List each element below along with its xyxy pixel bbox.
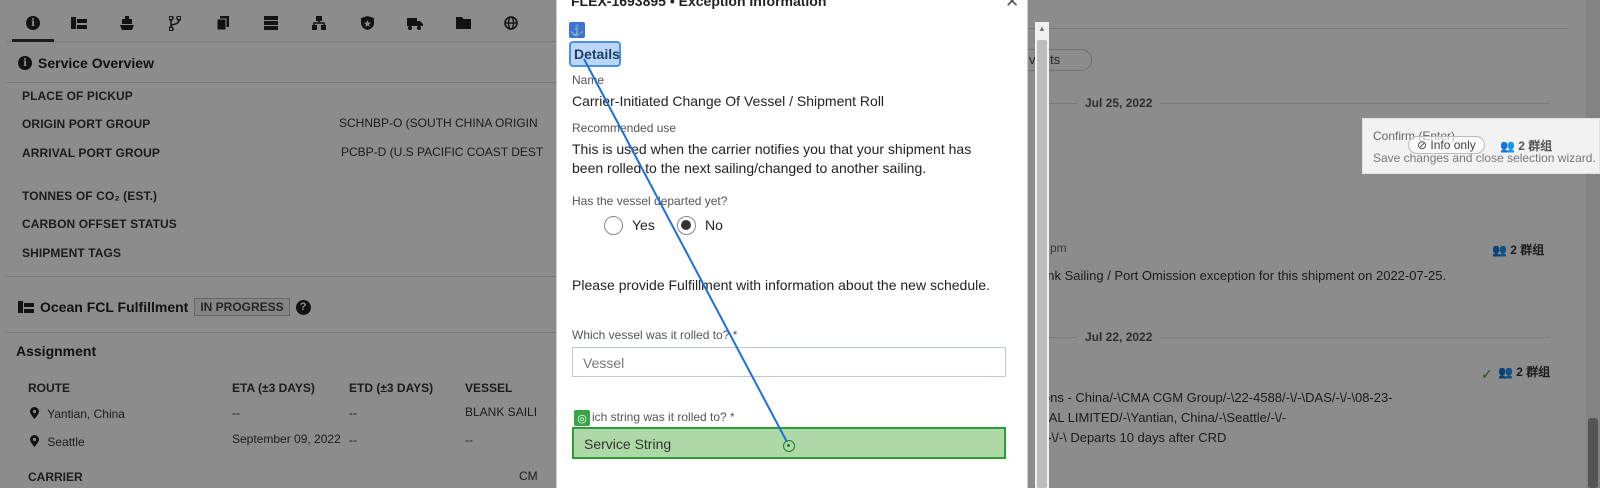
modal-scrollbar[interactable]: ▲ (1035, 22, 1049, 488)
crosshair-icon (783, 440, 795, 452)
users-icon: 👥 (1500, 139, 1515, 153)
modal-scrollbar-thumb[interactable] (1037, 40, 1047, 488)
modal-title: FLEX-1693895 • Exception Information (571, 0, 827, 9)
exception-information-modal: FLEX-1693895 • Exception Information ✕ ▲… (556, 0, 1049, 488)
info-only-badge: ⊘ Info only (1408, 136, 1485, 154)
name-value: Carrier-Initiated Change Of Vessel / Shi… (572, 93, 885, 109)
scroll-up-arrow-icon[interactable]: ▲ (1038, 24, 1046, 33)
ban-icon: ⊘ (1417, 138, 1428, 152)
recommended-use-line-2: been rolled to the next sailing/changed … (572, 160, 927, 176)
anchor-icon: ⚓ (569, 22, 585, 38)
close-icon[interactable]: ✕ (1005, 0, 1019, 12)
group-count: 👥 2 群组 (1500, 139, 1553, 153)
recommended-use-line-1: This is used when the carrier notifies y… (572, 141, 972, 157)
name-label: Name (572, 73, 605, 87)
tooltip-subtitle: Save changes and close selection wizard. (1373, 151, 1596, 165)
provide-info-text: Please provide Fulfillment with informat… (572, 277, 990, 293)
target-icon: ◎ (574, 410, 590, 426)
vessel-departed-question: Has the vessel departed yet? (572, 194, 728, 208)
radio-yes[interactable] (604, 216, 623, 235)
radio-yes-label[interactable]: Yes (632, 217, 655, 233)
vessel-input[interactable]: Vessel (572, 347, 1006, 377)
vessel-question: Which vessel was it rolled to? * (572, 328, 738, 342)
radio-no[interactable] (677, 216, 696, 235)
details-heading: Details (569, 41, 621, 67)
radio-no-label[interactable]: No (705, 217, 723, 233)
recommended-use-label: Recommended use (572, 121, 677, 135)
service-string-question: ich string was it rolled to? * (592, 410, 735, 424)
